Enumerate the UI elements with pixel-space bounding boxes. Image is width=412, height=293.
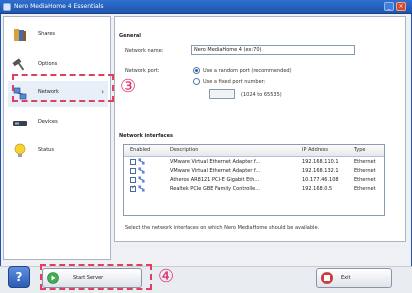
exit-label: Exit [341,275,351,281]
column-header[interactable]: Description [170,147,198,153]
network-interfaces-title: Network interfaces [119,133,173,139]
column-header[interactable]: IP Address [302,147,328,153]
network-port-label: Network port: [125,68,160,74]
exit-button[interactable]: Exit [316,268,392,288]
table-header: Enabled Description IP Address Type [124,145,384,157]
network-name-label: Network name: [125,48,164,54]
options-icon [12,58,25,71]
type-cell: Ethernet [354,177,376,183]
description-cell: Realtek PCIe GBE Family Controlle... [170,186,260,192]
window-title: Nero MediaHome 4 Essentials [14,3,104,10]
network-adapter-icon [138,176,145,183]
fixed-port-radio[interactable] [193,78,200,85]
sidebar-item-label: Devices [38,119,58,125]
interfaces-table: Enabled Description IP Address Type VMwa… [123,144,385,216]
enabled-checkbox[interactable] [130,184,136,192]
start-server-highlight-box [40,264,152,290]
help-button[interactable]: ? [8,266,30,288]
interfaces-hint: Select the network interfaces on which N… [125,225,320,231]
ip-cell: 10.177.46.108 [302,177,339,183]
table-row[interactable]: Atheros AR8121 PCI-E Gigabit Eth... 10.1… [124,176,384,185]
sidebar-item-devices[interactable]: Devices [8,111,108,137]
callout-four: ④ [158,266,175,287]
ip-cell: 192.168.110.1 [302,159,339,165]
sidebar: Shares Options Network › Devices Status [3,16,111,260]
network-name-field[interactable]: Nero MediaHome 4 (ex:70) [191,45,355,55]
sidebar-item-label: Status [38,147,54,153]
app-icon [3,3,11,11]
network-settings-panel: General Network name: Nero MediaHome 4 (… [114,16,406,242]
table-row[interactable]: VMware Virtual Ethernet Adapter f... 192… [124,167,384,176]
minimize-button[interactable]: _ [384,2,394,11]
type-cell: Ethernet [354,186,376,192]
table-row[interactable]: Realtek PCIe GBE Family Controlle... 192… [124,184,384,194]
enabled-checkbox[interactable] [130,168,136,174]
table-row[interactable]: VMware Virtual Ethernet Adapter f... 192… [124,158,384,167]
random-port-label: Use a random port (recommended) [203,68,292,74]
column-header[interactable]: Type [354,147,365,153]
network-highlight-box [12,74,114,102]
title-bar: Nero MediaHome 4 Essentials _ × [0,0,412,14]
port-number-field[interactable] [209,89,235,99]
description-cell: VMware Virtual Ethernet Adapter f... [170,159,261,165]
general-section-title: General [119,33,141,39]
network-adapter-icon [138,158,145,165]
type-cell: Ethernet [354,159,376,165]
description-cell: VMware Virtual Ethernet Adapter f... [170,168,261,174]
sidebar-item-label: Options [38,61,58,67]
exit-icon [321,272,333,284]
lightbulb-icon [14,143,26,157]
close-button[interactable]: × [396,2,406,11]
ip-cell: 192.168.132.1 [302,168,339,174]
enabled-checkbox[interactable] [130,159,136,165]
sidebar-item-status[interactable]: Status [8,139,108,165]
devices-icon [13,121,27,126]
column-header[interactable]: Enabled [130,147,150,153]
network-adapter-icon [138,167,145,174]
shares-icon [14,29,26,41]
description-cell: Atheros AR8121 PCI-E Gigabit Eth... [170,177,260,183]
enabled-checkbox[interactable] [130,177,136,183]
network-adapter-icon [138,185,145,192]
sidebar-item-shares[interactable]: Shares [8,23,108,49]
port-range-label: (1024 to 65535) [241,92,282,98]
random-port-radio[interactable] [193,67,200,74]
callout-three: ③ [120,76,137,97]
type-cell: Ethernet [354,168,376,174]
fixed-port-label: Use a fixed port number: [203,79,266,85]
sidebar-item-label: Shares [38,31,56,37]
ip-cell: 192.168.0.5 [302,186,333,192]
